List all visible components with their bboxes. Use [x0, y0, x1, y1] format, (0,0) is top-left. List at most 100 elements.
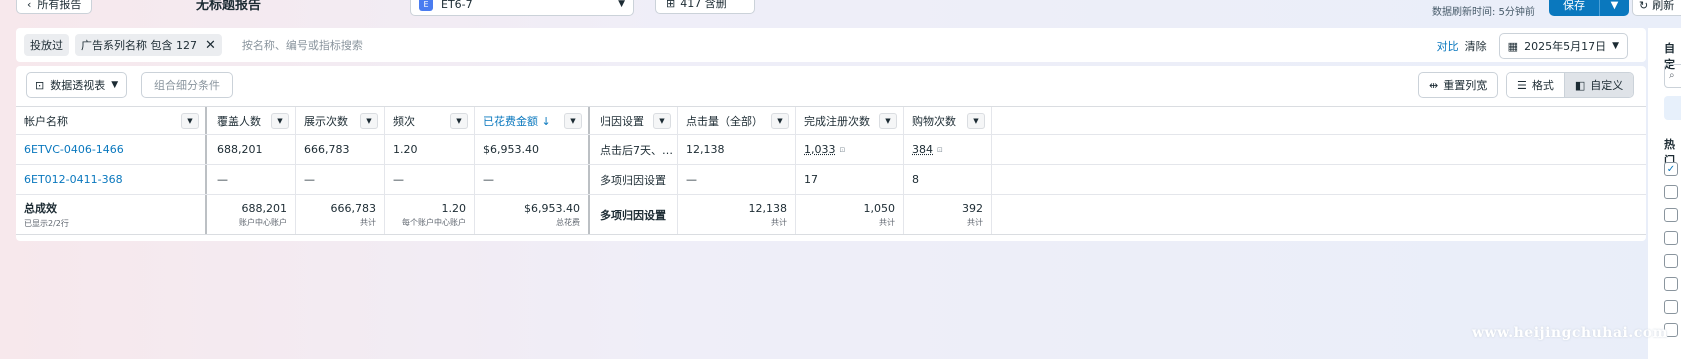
pivot-label: 数据透视表: [50, 79, 106, 92]
account-name: ET6-7: [441, 0, 473, 11]
totals-cell: 688,201 账户中心账户: [209, 195, 296, 234]
clear-link[interactable]: 清除: [1465, 38, 1487, 54]
format-label: 格式: [1531, 79, 1554, 92]
filter-chip-delivered[interactable]: 投放过: [24, 34, 69, 56]
side-panel-selected-bar[interactable]: [1664, 96, 1681, 120]
metric-checkbox[interactable]: [1664, 185, 1678, 199]
account-badge-icon: E: [419, 0, 433, 11]
filter-chip-campaign-name[interactable]: 广告系列名称 包含 127 ✕: [75, 34, 222, 56]
metric-checkbox[interactable]: [1664, 300, 1678, 314]
table-toolbar: ⊡ 数据透视表 ▼ 组合细分条件 ⇹ 重置列宽 ☰ 格式 ◧ 自定义: [16, 66, 1646, 106]
account-link[interactable]: 6ETVC-0406-1466: [24, 143, 124, 156]
compare-link[interactable]: 对比: [1437, 38, 1459, 54]
table-cell: 17: [796, 165, 904, 194]
column-header-sorted[interactable]: 已花费金额 ↓ ▼: [475, 107, 590, 134]
totals-sub: 共计: [967, 217, 983, 227]
table-cell: 384 ⊡: [904, 135, 992, 164]
totals-cell: 666,783 共计: [296, 195, 385, 234]
filter-chip-label: 广告系列名称 包含 127: [81, 39, 197, 52]
format-button[interactable]: ☰ 格式: [1507, 73, 1564, 97]
breakdown-button[interactable]: 组合细分条件: [141, 72, 233, 98]
totals-value: 392: [962, 201, 983, 215]
report-title[interactable]: 无标题报告: [196, 0, 261, 13]
view-toggle-group: ☰ 格式 ◧ 自定义: [1506, 72, 1635, 98]
column-header[interactable]: 频次 ▼: [385, 107, 475, 134]
back-to-reports-button[interactable]: ‹ 所有报告: [16, 0, 93, 14]
table-row: 6ET012-0411-368 — — — — 多项归因设置 — 17 8: [16, 165, 1646, 195]
totals-cell: 多项归因设置: [592, 195, 678, 234]
table-cell: —: [385, 165, 475, 194]
table-cell: 8: [904, 165, 992, 194]
chevron-down-icon[interactable]: ▼: [360, 113, 378, 129]
attribution-cell[interactable]: 点击后7天、…: [592, 135, 678, 164]
column-header[interactable]: 完成注册次数 ▼: [796, 107, 904, 134]
refresh-label: 刷新: [1652, 0, 1675, 12]
metric-value[interactable]: 1,033: [804, 143, 836, 156]
date-range-picker[interactable]: ▦ 2025年5月17日 ▼: [1498, 33, 1628, 59]
search-input[interactable]: 按名称、编号或指标搜索: [242, 37, 363, 53]
column-header[interactable]: 归因设置 ▼: [592, 107, 678, 134]
account-selector[interactable]: E ET6-7 ▼: [410, 0, 634, 16]
chevron-down-icon[interactable]: ▼: [967, 113, 985, 129]
chevron-down-icon[interactable]: ▼: [653, 113, 671, 129]
column-header[interactable]: 帐户名称 ▼: [16, 107, 207, 134]
metric-value[interactable]: 384: [912, 143, 933, 156]
customize-label: 自定义: [1590, 79, 1624, 92]
chart-icon[interactable]: ⊡: [840, 146, 846, 154]
metric-checkbox[interactable]: [1664, 208, 1678, 222]
totals-sub: 共计: [879, 217, 895, 227]
watermark-text: www.heijingchuhai.com: [1472, 325, 1668, 341]
metric-checkbox[interactable]: [1664, 231, 1678, 245]
column-header-label: 点击量（全部）: [686, 114, 763, 128]
totals-cell: 392 共计: [904, 195, 992, 234]
reset-label: 重置列宽: [1443, 79, 1488, 92]
metric-checkbox[interactable]: [1664, 254, 1678, 268]
totals-value: 688,201: [241, 201, 288, 215]
chevron-down-icon[interactable]: ▼: [564, 113, 582, 129]
table-cell: 12,138: [678, 135, 796, 164]
account-link[interactable]: 6ET012-0411-368: [24, 173, 123, 186]
pivot-icon: ⊡: [35, 78, 45, 92]
chevron-down-icon[interactable]: ▼: [879, 113, 897, 129]
metric-checkbox[interactable]: [1664, 277, 1678, 291]
save-button[interactable]: 保存: [1549, 0, 1599, 16]
customize-button[interactable]: ◧ 自定义: [1563, 73, 1634, 97]
column-header[interactable]: 展示次数 ▼: [296, 107, 385, 134]
table-cell: 666,783: [296, 135, 385, 164]
table-cell: 1,033 ⊡: [796, 135, 904, 164]
reset-column-width-button[interactable]: ⇹ 重置列宽: [1418, 72, 1499, 98]
pivot-table-button[interactable]: ⊡ 数据透视表 ▼: [26, 72, 128, 98]
chevron-down-icon[interactable]: ▼: [271, 113, 289, 129]
chevron-down-icon: ▼: [618, 0, 625, 9]
column-header-label: 已花费金额 ↓: [483, 114, 551, 128]
chevron-down-icon[interactable]: ▼: [771, 113, 789, 129]
calendar-icon: ▦: [1507, 39, 1519, 53]
chart-icon[interactable]: ⊡: [937, 146, 943, 154]
table-cell: —: [296, 165, 385, 194]
totals-row: 总成效 已显示2/2行 688,201 账户中心账户 666,783 共计 1.20 每…: [16, 195, 1646, 235]
account-name-cell[interactable]: 6ETVC-0406-1466: [16, 135, 207, 164]
table-cell: —: [678, 165, 796, 194]
totals-sub: 总花费: [556, 217, 580, 227]
date-label: 2025年5月17日: [1524, 40, 1607, 53]
totals-cell: 12,138 共计: [678, 195, 796, 234]
list-icon: ☰: [1517, 78, 1527, 92]
attribution-cell[interactable]: 多项归因设置: [592, 165, 678, 194]
chevron-down-icon[interactable]: ▼: [450, 113, 468, 129]
column-header[interactable]: 覆盖人数 ▼: [209, 107, 296, 134]
side-panel-search-input[interactable]: ⌕: [1664, 64, 1681, 88]
account-name-cell[interactable]: 6ET012-0411-368: [16, 165, 207, 194]
totals-value: 12,138: [748, 201, 788, 215]
column-header[interactable]: 点击量（全部） ▼: [678, 107, 796, 134]
save-options-chevron-icon[interactable]: ▼: [1599, 0, 1629, 16]
column-header-label: 归因设置: [600, 114, 644, 128]
close-icon[interactable]: ✕: [205, 38, 216, 53]
refresh-button[interactable]: ↻ 刷新: [1632, 0, 1681, 16]
column-header[interactable]: 购物次数 ▼: [904, 107, 992, 134]
columns-label: 417 含删: [680, 0, 727, 10]
totals-cell: 1.20 每个账户中心账户: [385, 195, 475, 234]
metric-checkbox[interactable]: ✓: [1664, 162, 1678, 176]
columns-button[interactable]: ⊞ 417 含删: [655, 0, 755, 14]
column-header-label: 覆盖人数: [217, 114, 261, 128]
chevron-down-icon[interactable]: ▼: [181, 113, 199, 129]
